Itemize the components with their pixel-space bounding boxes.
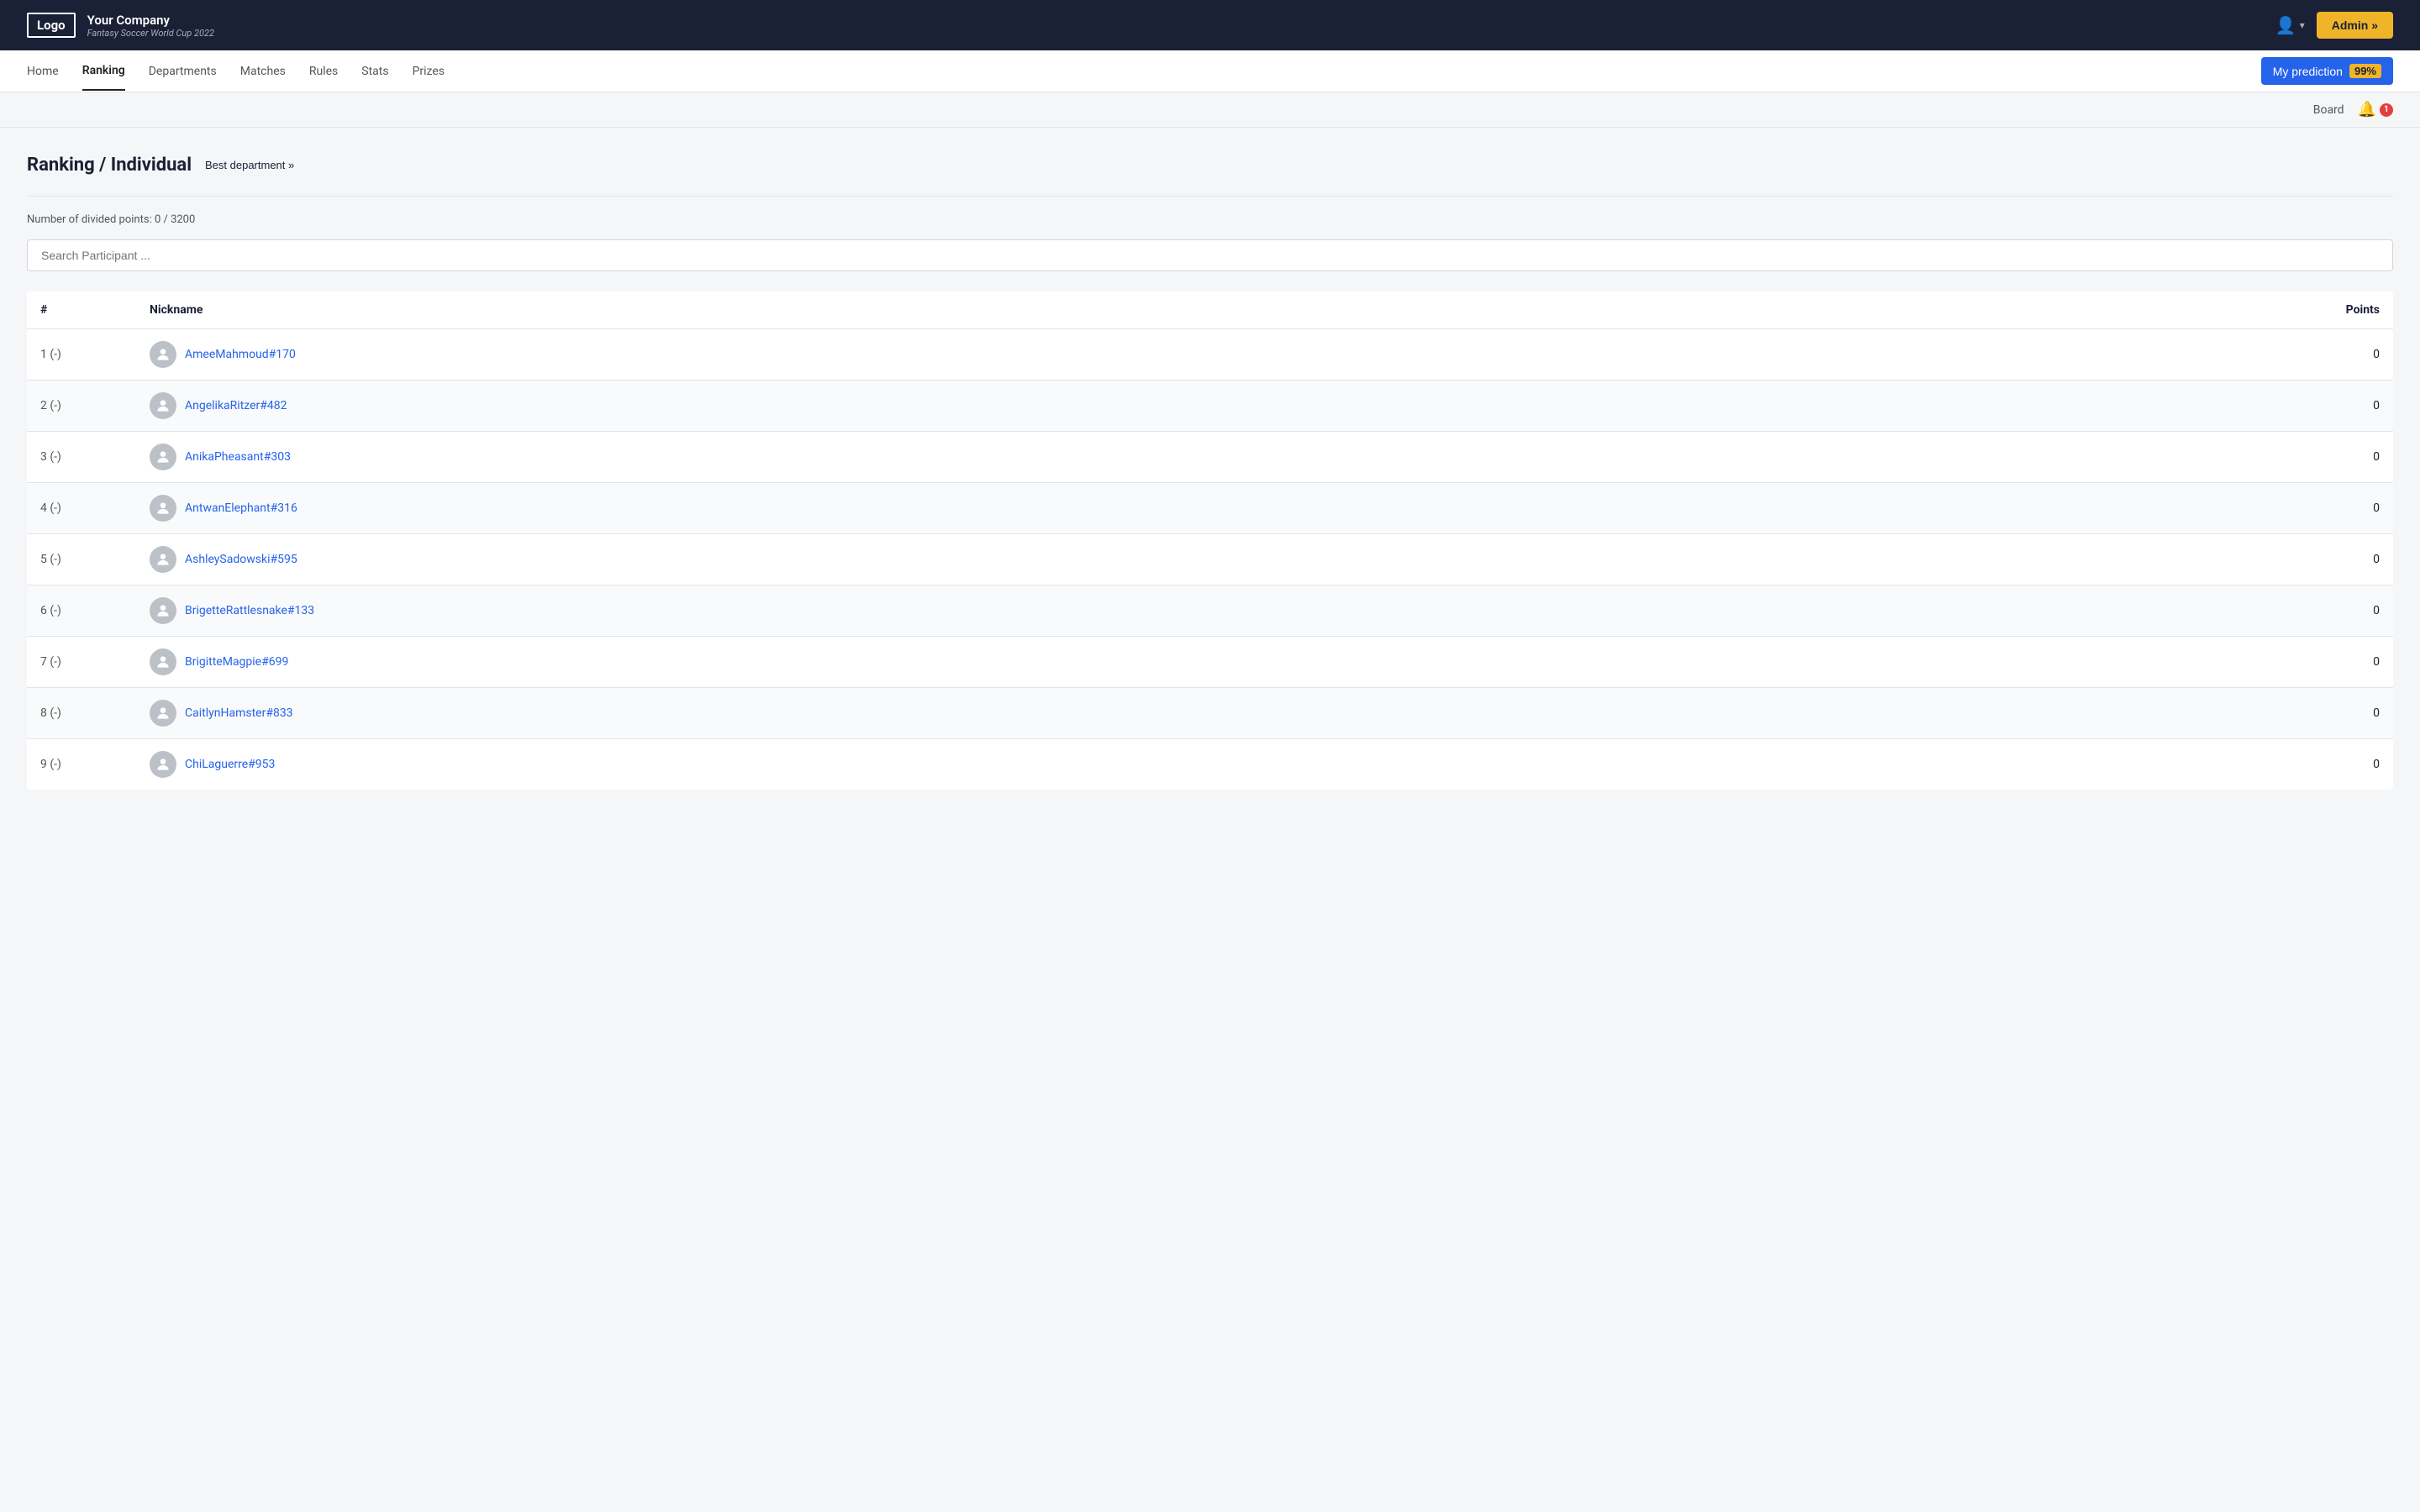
bell-badge: 1: [2380, 103, 2393, 117]
table-row: 1 (-) AmeeMahmoud#170 0: [27, 329, 2393, 381]
nickname-link[interactable]: BrigitteMagpie#699: [185, 655, 288, 669]
table-row: 8 (-) CaitlynHamster#833 0: [27, 688, 2393, 739]
points-cell: 0: [1849, 329, 2393, 381]
bell-area[interactable]: 🔔 1: [2358, 101, 2393, 118]
nickname-cell: AngelikaRitzer#482: [136, 381, 1849, 432]
nav-home[interactable]: Home: [27, 53, 59, 90]
nickname-cell: AntwanElephant#316: [136, 483, 1849, 534]
company-name: Your Company: [87, 13, 214, 28]
best-department-button[interactable]: Best department »: [205, 159, 294, 171]
rank-cell: 6 (-): [27, 585, 136, 637]
avatar: [150, 392, 176, 419]
my-prediction-label: My prediction: [2273, 65, 2343, 78]
rank-cell: 3 (-): [27, 432, 136, 483]
nav-stats[interactable]: Stats: [361, 53, 388, 90]
points-cell: 0: [1849, 585, 2393, 637]
table-header: # Nickname Points: [27, 291, 2393, 329]
user-menu-button[interactable]: 👤 ▾: [2275, 15, 2305, 36]
ranking-body: 1 (-) AmeeMahmoud#170 0 2 (-) AngelikaRitzer…: [27, 329, 2393, 790]
nickname-link[interactable]: AntwanElephant#316: [185, 501, 297, 515]
nav-rules[interactable]: Rules: [309, 53, 338, 90]
table-header-row: # Nickname Points: [27, 291, 2393, 329]
rank-cell: 5 (-): [27, 534, 136, 585]
title-divider: [27, 196, 2393, 197]
table-row: 5 (-) AshleySadowski#595 0: [27, 534, 2393, 585]
points-cell: 0: [1849, 381, 2393, 432]
nav-matches[interactable]: Matches: [240, 53, 286, 90]
col-nickname: Nickname: [136, 291, 1849, 329]
nickname-cell: AnikaPheasant#303: [136, 432, 1849, 483]
avatar: [150, 751, 176, 778]
nickname-cell: BrigetteRattlesnake#133: [136, 585, 1849, 637]
ranking-table: # Nickname Points 1 (-)AmeeMahmoud#17002…: [27, 291, 2393, 790]
nickname-cell: ChiLaguerre#953: [136, 739, 1849, 790]
user-icon: 👤: [2275, 15, 2296, 36]
nickname-cell: AmeeMahmoud#170: [136, 329, 1849, 381]
table-row: 4 (-) AntwanElephant#316 0: [27, 483, 2393, 534]
points-cell: 0: [1849, 432, 2393, 483]
rank-cell: 8 (-): [27, 688, 136, 739]
table-row: 2 (-) AngelikaRitzer#482 0: [27, 381, 2393, 432]
avatar: [150, 700, 176, 727]
rank-cell: 1 (-): [27, 329, 136, 381]
bell-icon: 🔔: [2358, 101, 2376, 118]
main-nav: Home Ranking Departments Matches Rules S…: [0, 50, 2420, 92]
page-title-row: Ranking / Individual Best department »: [27, 155, 2393, 176]
nav-departments[interactable]: Departments: [149, 53, 217, 90]
table-row: 3 (-) AnikaPheasant#303 0: [27, 432, 2393, 483]
rank-cell: 4 (-): [27, 483, 136, 534]
table-row: 9 (-) ChiLaguerre#953 0: [27, 739, 2393, 790]
table-row: 6 (-) BrigetteRattlesnake#133 0: [27, 585, 2393, 637]
avatar: [150, 648, 176, 675]
user-dropdown-arrow: ▾: [2300, 19, 2305, 31]
nickname-link[interactable]: AngelikaRitzer#482: [185, 399, 287, 412]
points-info: Number of divided points: 0 / 3200: [27, 213, 2393, 226]
nav-ranking[interactable]: Ranking: [82, 52, 125, 91]
avatar: [150, 341, 176, 368]
main-content: Ranking / Individual Best department » N…: [0, 128, 2420, 816]
table-row: 7 (-) BrigitteMagpie#699 0: [27, 637, 2393, 688]
company-info: Your Company Fantasy Soccer World Cup 20…: [87, 13, 214, 39]
nav-links: Home Ranking Departments Matches Rules S…: [27, 52, 445, 91]
nav-prizes[interactable]: Prizes: [413, 53, 445, 90]
nickname-link[interactable]: AmeeMahmoud#170: [185, 348, 296, 361]
points-cell: 0: [1849, 688, 2393, 739]
nickname-cell: CaitlynHamster#833: [136, 688, 1849, 739]
points-cell: 0: [1849, 534, 2393, 585]
points-cell: 0: [1849, 637, 2393, 688]
header: Logo Your Company Fantasy Soccer World C…: [0, 0, 2420, 50]
board-link[interactable]: Board: [2313, 103, 2344, 117]
points-cell: 0: [1849, 739, 2393, 790]
nickname-link[interactable]: AshleySadowski#595: [185, 553, 297, 566]
rank-cell: 7 (-): [27, 637, 136, 688]
search-input[interactable]: [27, 239, 2393, 271]
nickname-link[interactable]: CaitlynHamster#833: [185, 706, 293, 720]
sub-nav: Board 🔔 1: [0, 92, 2420, 128]
avatar: [150, 546, 176, 573]
my-prediction-button[interactable]: My prediction 99%: [2261, 57, 2393, 85]
rank-cell: 9 (-): [27, 739, 136, 790]
nickname-link[interactable]: BrigetteRattlesnake#133: [185, 604, 314, 617]
company-subtitle: Fantasy Soccer World Cup 2022: [87, 28, 214, 39]
prediction-badge: 99%: [2349, 64, 2381, 78]
points-cell: 0: [1849, 483, 2393, 534]
page-title: Ranking / Individual: [27, 155, 192, 176]
col-rank: #: [27, 291, 136, 329]
header-left: Logo Your Company Fantasy Soccer World C…: [27, 13, 214, 39]
nickname-link[interactable]: ChiLaguerre#953: [185, 758, 275, 771]
nickname-cell: AshleySadowski#595: [136, 534, 1849, 585]
nickname-cell: BrigitteMagpie#699: [136, 637, 1849, 688]
nickname-link[interactable]: AnikaPheasant#303: [185, 450, 291, 464]
avatar: [150, 444, 176, 470]
avatar: [150, 597, 176, 624]
col-points: Points: [1849, 291, 2393, 329]
header-right: 👤 ▾ Admin »: [2275, 12, 2393, 39]
avatar: [150, 495, 176, 522]
admin-button[interactable]: Admin »: [2317, 12, 2393, 39]
logo: Logo: [27, 13, 76, 38]
rank-cell: 2 (-): [27, 381, 136, 432]
